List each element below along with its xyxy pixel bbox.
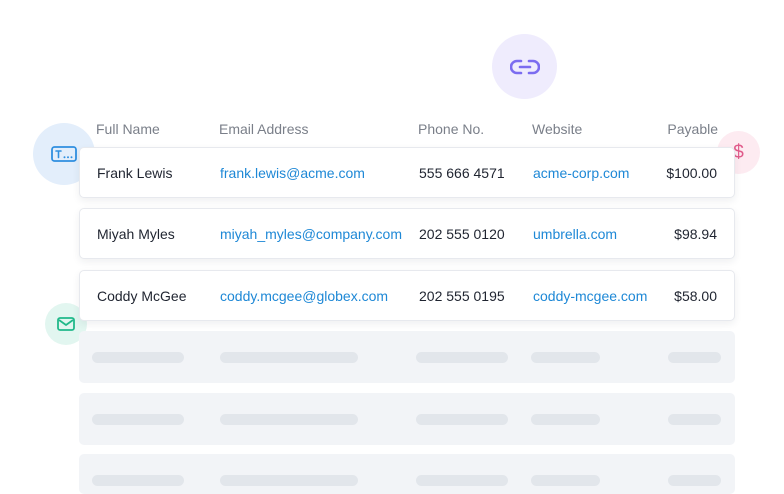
placeholder-bar xyxy=(416,414,508,425)
row-phone: 555 666 4571 xyxy=(419,165,505,181)
placeholder-bar xyxy=(531,414,600,425)
row-payable: $100.00 xyxy=(666,165,717,181)
row-payable: $98.94 xyxy=(674,226,717,242)
placeholder-bar xyxy=(531,352,600,363)
row-payable: $58.00 xyxy=(674,288,717,304)
placeholder-bar xyxy=(92,475,184,486)
placeholder-row xyxy=(79,454,735,494)
row-phone: 202 555 0120 xyxy=(419,226,505,242)
placeholder-bar xyxy=(668,475,721,486)
header-phone-no: Phone No. xyxy=(418,121,485,137)
row-full-name: Frank Lewis xyxy=(97,165,173,181)
table-row[interactable]: Miyah Myles miyah_myles@company.com 202 … xyxy=(79,208,735,259)
row-full-name: Coddy McGee xyxy=(97,288,187,304)
text-field-icon xyxy=(51,146,77,162)
header-payable: Payable xyxy=(667,121,718,137)
header-website: Website xyxy=(532,121,583,137)
row-email-link[interactable]: frank.lewis@acme.com xyxy=(220,165,365,181)
header-email-address: Email Address xyxy=(219,121,309,137)
row-email-link[interactable]: miyah_myles@company.com xyxy=(220,226,402,242)
placeholder-bar xyxy=(92,414,184,425)
placeholder-row xyxy=(79,393,735,445)
link-icon-bubble xyxy=(492,34,557,99)
placeholder-bar xyxy=(416,475,508,486)
mail-icon xyxy=(57,317,75,331)
placeholder-bar xyxy=(668,352,721,363)
placeholder-bar xyxy=(531,475,600,486)
placeholder-bar xyxy=(220,414,358,425)
link-icon xyxy=(509,59,540,74)
row-website-link[interactable]: coddy-mcgee.com xyxy=(533,288,647,304)
header-full-name: Full Name xyxy=(96,121,160,137)
placeholder-row xyxy=(79,331,735,383)
table-header: Full Name Email Address Phone No. Websit… xyxy=(79,121,735,143)
row-website-link[interactable]: umbrella.com xyxy=(533,226,617,242)
row-phone: 202 555 0195 xyxy=(419,288,505,304)
placeholder-bar xyxy=(220,475,358,486)
table-row[interactable]: Frank Lewis frank.lewis@acme.com 555 666… xyxy=(79,147,735,198)
placeholder-bar xyxy=(416,352,508,363)
row-full-name: Miyah Myles xyxy=(97,226,175,242)
row-website-link[interactable]: acme-corp.com xyxy=(533,165,629,181)
table-row[interactable]: Coddy McGee coddy.mcgee@globex.com 202 5… xyxy=(79,270,735,321)
row-email-link[interactable]: coddy.mcgee@globex.com xyxy=(220,288,388,304)
placeholder-bar xyxy=(92,352,184,363)
placeholder-bar xyxy=(668,414,721,425)
placeholder-bar xyxy=(220,352,358,363)
